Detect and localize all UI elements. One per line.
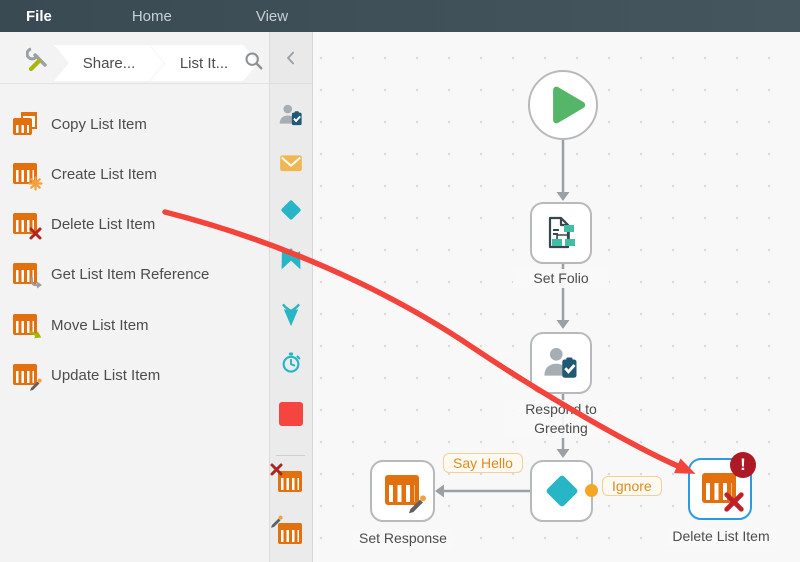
list-item-label: Create List Item <box>51 165 157 183</box>
chevron-left-icon <box>286 51 294 64</box>
menu-view[interactable]: View <box>242 8 302 25</box>
get-list-item-reference-icon <box>13 263 42 289</box>
node-palette-toolbar <box>270 32 313 562</box>
list-item-delete[interactable]: Delete List Item <box>0 201 270 247</box>
set-folio-label: Set Folio <box>513 269 609 288</box>
delete-list-item-tool-icon[interactable] <box>270 463 304 497</box>
update-list-item-icon <box>13 364 42 391</box>
merge-icon[interactable] <box>278 300 304 326</box>
move-list-item-icon <box>13 314 42 339</box>
decision-node[interactable] <box>530 460 593 522</box>
email-icon[interactable] <box>278 150 304 176</box>
error-badge[interactable]: ! <box>730 452 756 478</box>
copy-list-item-icon <box>13 112 37 135</box>
set-response-node[interactable] <box>370 460 435 522</box>
workflow-canvas[interactable]: Set Folio Respond to Greeting Set Respon… <box>313 32 800 562</box>
list-item-move[interactable]: Move List Item <box>0 302 270 348</box>
breadcrumb-segment-list-item[interactable]: List It... <box>150 45 258 81</box>
respond-to-greeting-label: Respond to Greeting <box>503 400 619 438</box>
toolbar-divider <box>276 455 305 456</box>
menu-home[interactable]: Home <box>118 8 186 25</box>
delete-list-item-icon <box>702 473 744 512</box>
decision-icon <box>546 475 577 507</box>
update-list-item-tool-icon[interactable] <box>271 515 304 549</box>
list-item-update[interactable]: Update List Item <box>0 352 270 398</box>
list-item-label: Get List Item Reference <box>51 265 210 283</box>
list-item-label: Delete List Item <box>51 215 156 233</box>
menu-file[interactable]: File <box>12 8 66 25</box>
collapse-panel-button[interactable] <box>270 32 312 84</box>
search-icon[interactable] <box>243 50 265 72</box>
list-item-label: Update List Item <box>51 366 161 384</box>
start-play-icon <box>553 86 586 124</box>
workflow-designer-app: File Home View Share... List It... Copy … <box>0 0 800 562</box>
timer-icon[interactable] <box>278 349 304 375</box>
start-node[interactable] <box>528 70 598 140</box>
set-folio-node[interactable] <box>530 202 592 264</box>
breadcrumb-segment-share[interactable]: Share... <box>54 45 164 81</box>
update-list-item-icon <box>384 475 426 514</box>
tools-icon <box>26 47 47 72</box>
list-item-get-reference[interactable]: Get List Item Reference <box>0 251 270 297</box>
user-task-icon <box>544 347 577 378</box>
decision-outcome-dot[interactable] <box>585 484 598 497</box>
delete-list-item-node[interactable]: ! <box>688 452 756 520</box>
create-list-item-icon <box>13 163 43 191</box>
set-response-label: Set Response <box>352 529 454 548</box>
respond-to-greeting-node[interactable] <box>530 332 592 394</box>
list-item-copy[interactable]: Copy List Item <box>0 101 270 147</box>
list-item-label: Copy List Item <box>51 115 147 133</box>
wizard-sidebar: Share... List It... Copy List Item Creat… <box>0 32 270 562</box>
list-item-label: Move List Item <box>51 316 149 334</box>
menubar: File Home View <box>0 0 800 32</box>
delete-list-item-icon <box>13 213 42 240</box>
breadcrumb: Share... List It... <box>0 36 270 84</box>
set-folio-icon <box>548 216 575 249</box>
delete-list-item-node-label: Delete List Item <box>665 527 777 546</box>
decision-icon[interactable] <box>278 197 304 223</box>
ignore-edge-label[interactable]: Ignore <box>602 476 662 496</box>
user-task-icon[interactable] <box>278 102 304 128</box>
split-icon[interactable] <box>278 246 304 272</box>
list-item-create[interactable]: Create List Item <box>0 151 270 197</box>
say-hello-edge-label[interactable]: Say Hello <box>443 453 523 473</box>
end-icon[interactable] <box>278 401 304 427</box>
